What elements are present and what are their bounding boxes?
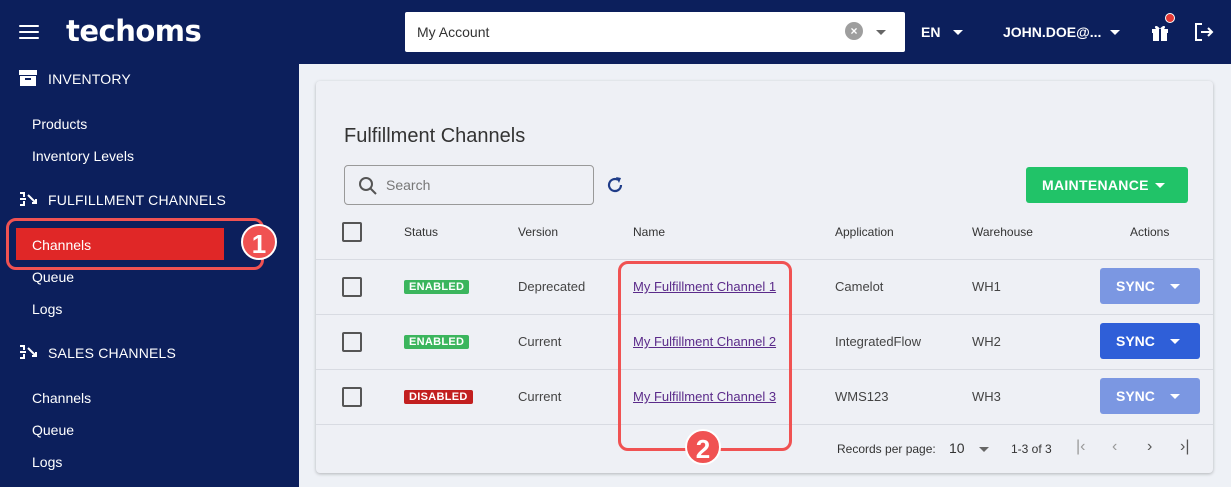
sidebar-item-sales-queue[interactable]: Queue <box>32 422 74 438</box>
sync-button[interactable]: SYNC <box>1100 268 1200 304</box>
column-header-actions: Actions <box>1130 225 1170 239</box>
callout-highlight <box>6 218 264 270</box>
top-bar: techoms My Account × EN JOHN.DOE@... <box>0 0 1231 64</box>
next-page-icon[interactable]: › <box>1147 438 1152 456</box>
maintenance-label: MAINTENANCE <box>1042 177 1149 193</box>
sidebar-item-fulfillment-queue[interactable]: Queue <box>32 269 74 285</box>
records-per-page-label: Records per page: <box>837 442 936 456</box>
sidebar: INVENTORY Products Inventory Levels FULF… <box>0 64 299 487</box>
sidebar-section-label: FULFILLMENT CHANNELS <box>48 192 227 208</box>
sidebar-section-label: SALES CHANNELS <box>48 345 177 361</box>
notification-dot <box>1165 13 1175 23</box>
application-cell: Camelot <box>835 279 884 294</box>
status-badge: ENABLED <box>404 280 470 294</box>
callout-highlight <box>618 261 792 451</box>
sidebar-item-products[interactable]: Products <box>32 116 87 132</box>
chevron-down-icon <box>1170 339 1180 344</box>
chevron-down-icon[interactable] <box>876 30 886 35</box>
sync-label: SYNC <box>1116 388 1155 404</box>
first-page-icon[interactable]: |‹ <box>1076 438 1085 456</box>
sidebar-section-label: INVENTORY <box>48 71 131 87</box>
menu-icon[interactable] <box>19 25 39 39</box>
clear-icon[interactable]: × <box>845 22 863 40</box>
column-header-version[interactable]: Version <box>518 225 558 239</box>
callout-number: 1 <box>241 224 277 260</box>
chevron-down-icon <box>1170 394 1180 399</box>
sync-label: SYNC <box>1116 333 1155 349</box>
prev-page-icon[interactable]: ‹ <box>1112 438 1117 456</box>
account-select[interactable]: My Account <box>405 12 905 52</box>
warehouse-cell: WH2 <box>972 334 1001 349</box>
logo[interactable]: techoms <box>66 14 202 48</box>
maintenance-button[interactable]: MAINTENANCE <box>1026 167 1188 203</box>
gift-icon[interactable] <box>1150 22 1170 42</box>
user-menu[interactable]: JOHN.DOE@... <box>1003 24 1101 40</box>
sidebar-item-fulfillment-logs[interactable]: Logs <box>32 301 62 317</box>
search-input[interactable]: Search <box>344 165 594 205</box>
row-divider <box>316 259 1213 260</box>
callout-number: 2 <box>685 429 721 465</box>
sync-label: SYNC <box>1116 278 1155 294</box>
channels-icon <box>20 192 37 206</box>
version-cell: Deprecated <box>518 279 586 294</box>
column-header-name[interactable]: Name <box>633 225 665 239</box>
status-badge: ENABLED <box>404 335 470 349</box>
chevron-down-icon <box>1170 284 1180 289</box>
sidebar-item-inventory-levels[interactable]: Inventory Levels <box>32 148 134 164</box>
application-cell: IntegratedFlow <box>835 334 921 349</box>
column-header-warehouse[interactable]: Warehouse <box>972 225 1033 239</box>
select-all-checkbox[interactable] <box>342 222 362 242</box>
search-icon <box>359 177 377 195</box>
version-cell: Current <box>518 334 562 349</box>
chevron-down-icon[interactable] <box>953 30 963 35</box>
main-content: Fulfillment Channels Search MAINTENANCE … <box>299 64 1231 487</box>
chevron-down-icon[interactable] <box>979 447 989 452</box>
chevron-down-icon <box>1155 183 1165 188</box>
fulfillment-channels-card: Fulfillment Channels Search MAINTENANCE … <box>316 81 1213 473</box>
column-header-application[interactable]: Application <box>835 225 894 239</box>
archive-icon <box>19 70 37 86</box>
row-checkbox[interactable] <box>342 277 362 297</box>
sync-button[interactable]: SYNC <box>1100 323 1200 359</box>
row-checkbox[interactable] <box>342 387 362 407</box>
search-placeholder: Search <box>386 177 431 193</box>
language-select[interactable]: EN <box>921 24 940 40</box>
row-checkbox[interactable] <box>342 332 362 352</box>
channels-icon <box>20 345 37 359</box>
sidebar-item-sales-channels[interactable]: Channels <box>32 390 91 406</box>
logout-icon[interactable] <box>1193 22 1215 42</box>
sync-button[interactable]: SYNC <box>1100 378 1200 414</box>
warehouse-cell: WH1 <box>972 279 1001 294</box>
page-title: Fulfillment Channels <box>344 125 526 147</box>
version-cell: Current <box>518 389 562 404</box>
application-cell: WMS123 <box>835 389 889 404</box>
page-range: 1-3 of 3 <box>1011 442 1052 456</box>
column-header-status[interactable]: Status <box>404 225 438 239</box>
sidebar-item-sales-logs[interactable]: Logs <box>32 454 62 470</box>
chevron-down-icon[interactable] <box>1110 30 1120 35</box>
refresh-icon[interactable] <box>605 175 625 195</box>
last-page-icon[interactable]: ›| <box>1180 438 1189 456</box>
account-select-value: My Account <box>417 24 490 40</box>
status-badge: DISABLED <box>404 390 473 404</box>
warehouse-cell: WH3 <box>972 389 1001 404</box>
per-page-select[interactable]: 10 <box>949 440 965 456</box>
